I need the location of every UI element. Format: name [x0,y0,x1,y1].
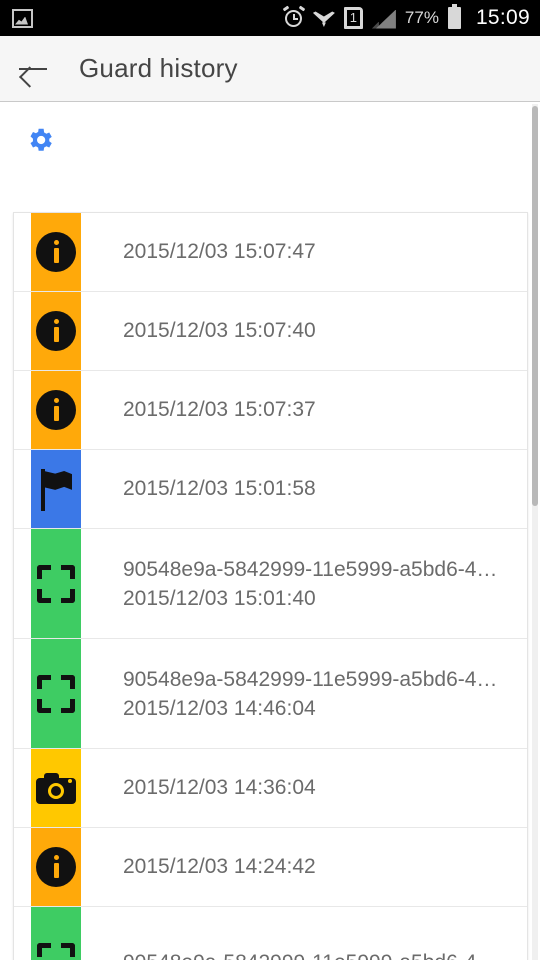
row-content: 90548e9a-5842999-11e5999-a5bd6-4… 2015/1… [81,529,527,638]
list-item[interactable]: 2015/12/03 14:36:04 [14,749,527,828]
history-list: 2015/12/03 15:07:47 2015/12/03 15:07:40 … [13,212,528,960]
list-item[interactable]: 2015/12/03 15:07:37 [14,371,527,450]
row-gutter [14,639,31,748]
vertical-scrollbar-thumb[interactable] [532,106,538,506]
battery-icon [447,4,461,29]
row-title: 90548e9a-5842999-11e5999-a5bd6-4… [123,948,515,960]
flag-icon [38,467,74,511]
list-item[interactable]: 2015/12/03 15:01:58 [14,450,527,529]
alarm-clock-icon [282,5,306,28]
status-bar-notifications [12,8,284,28]
row-title: 2015/12/03 15:07:40 [123,319,316,342]
row-type-badge [31,529,81,638]
info-icon [36,232,76,272]
row-content: 2015/12/03 15:07:37 [81,371,527,449]
row-title: 2015/12/03 15:01:58 [123,477,316,500]
status-bar-system-icons: 1 77% 15:09 [282,4,530,30]
scan-frame-icon [37,943,75,960]
row-type-badge [31,371,81,449]
row-title: 2015/12/03 15:07:47 [123,240,316,263]
wifi-icon [312,8,335,28]
sim-card-icon: 1 [343,7,363,29]
back-button[interactable] [5,41,61,97]
photo-icon [12,8,33,28]
sim-card-label: 1 [346,10,360,26]
gear-icon [30,128,52,151]
row-subtitle: 2015/12/03 15:01:40 [123,586,316,610]
status-bar-clock: 15:09 [475,6,530,29]
row-title: 2015/12/03 15:07:37 [123,398,316,421]
row-content: 2015/12/03 14:36:04 [81,749,527,827]
row-type-badge [31,828,81,906]
list-item[interactable]: 90548e9a-5842999-11e5999-a5bd6-4… 2015/1… [14,529,527,639]
row-gutter [14,828,31,906]
row-title: 90548e9a-5842999-11e5999-a5bd6-4… [123,557,498,581]
list-item[interactable]: 2015/12/03 15:07:47 [14,213,527,292]
row-gutter [14,292,31,370]
row-type-badge [31,450,81,528]
battery-percent-label: 77% [404,8,439,27]
toolbar [0,102,540,212]
row-content: 2015/12/03 14:24:42 [81,828,527,906]
row-gutter [14,213,31,291]
row-content: 90548e9a-5842999-11e5999-a5bd6-4… 2015/1… [81,639,527,748]
list-item[interactable]: 2015/12/03 14:24:42 [14,828,527,907]
row-title: 2015/12/03 14:36:04 [123,776,316,799]
row-gutter [14,907,31,960]
row-title: 2015/12/03 14:24:42 [123,855,316,878]
info-icon [36,311,76,351]
row-type-badge [31,749,81,827]
info-icon [36,390,76,430]
signal-bars-icon [371,8,396,29]
content-area: 2015/12/03 15:07:47 2015/12/03 15:07:40 … [0,102,540,960]
settings-button[interactable] [24,124,56,156]
row-gutter [14,371,31,449]
list-item[interactable]: 90548e9a-5842999-11e5999-a5bd6-4… [14,907,527,960]
back-arrow-icon [18,58,48,80]
row-subtitle: 2015/12/03 14:46:04 [123,696,316,720]
status-bar: 1 77% 15:09 [0,0,540,36]
list-item[interactable]: 2015/12/03 15:07:40 [14,292,527,371]
info-icon [36,847,76,887]
row-content: 2015/12/03 15:01:58 [81,450,527,528]
row-type-badge [31,292,81,370]
page-title: Guard history [79,53,238,83]
row-type-badge [31,907,81,960]
row-gutter [14,529,31,638]
row-type-badge [31,639,81,748]
list-item[interactable]: 90548e9a-5842999-11e5999-a5bd6-4… 2015/1… [14,639,527,749]
row-gutter [14,749,31,827]
row-content: 90548e9a-5842999-11e5999-a5bd6-4… [81,907,527,960]
row-gutter [14,450,31,528]
scan-frame-icon [37,674,75,713]
row-title: 90548e9a-5842999-11e5999-a5bd6-4… [123,667,498,691]
row-content: 2015/12/03 15:07:40 [81,292,527,370]
row-content: 2015/12/03 15:07:47 [81,213,527,291]
row-type-badge [31,213,81,291]
app-bar: Guard history [0,36,540,102]
camera-icon [36,772,76,804]
scan-frame-icon [37,564,75,603]
